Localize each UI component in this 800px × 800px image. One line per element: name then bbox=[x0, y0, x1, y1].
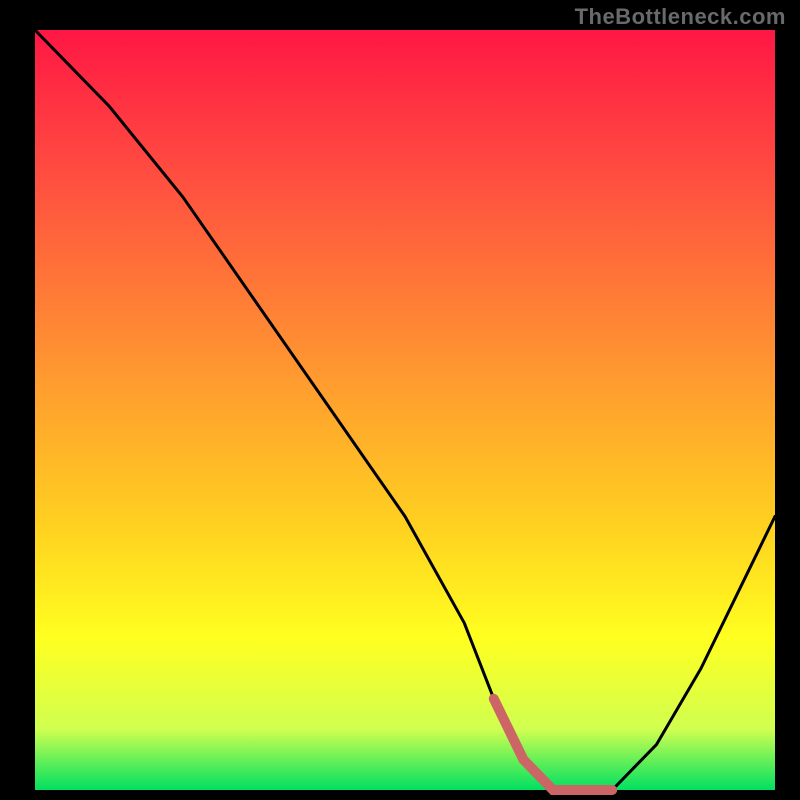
bottleneck-chart bbox=[0, 0, 800, 800]
watermark-label: TheBottleneck.com bbox=[575, 4, 786, 30]
plot-background bbox=[35, 30, 775, 790]
chart-frame: TheBottleneck.com bbox=[0, 0, 800, 800]
